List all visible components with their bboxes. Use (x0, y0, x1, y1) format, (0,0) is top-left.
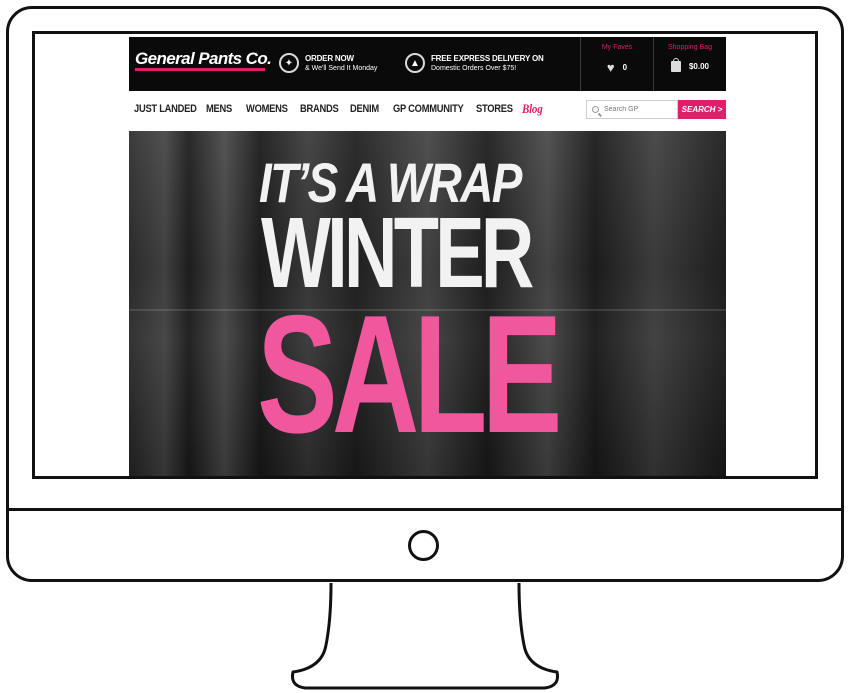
delivery-truck-icon: ▲ (405, 53, 425, 73)
logo-underline (135, 68, 265, 71)
hero-banner[interactable]: IT’S A WRAP WINTER SALE (129, 131, 726, 476)
nav-item-stores[interactable]: STORES (476, 103, 513, 115)
heart-icon: ♥ (606, 60, 615, 75)
my-faves-label: My Faves (601, 44, 633, 51)
search-box (586, 100, 678, 119)
nav-item-gp-community[interactable]: GP COMMUNITY (393, 103, 464, 115)
nav-item-mens[interactable]: MENS (206, 103, 232, 115)
hero-headline-line3: SALE (257, 280, 562, 468)
australia-map-icon: ✦ (279, 53, 299, 73)
nav-item-blog[interactable]: Blog (522, 101, 543, 117)
promo-order-now[interactable]: ✦ ORDER NOW & We'll Send It Monday (279, 48, 377, 78)
faves-count: 0 (622, 63, 628, 72)
promo-free-delivery[interactable]: ▲ FREE EXPRESS DELIVERY ON Domestic Orde… (405, 48, 544, 78)
nav-item-denim[interactable]: DENIM (350, 103, 379, 115)
promo-delivery-subtitle: Domestic Orders Over $75! (431, 64, 517, 72)
shopping-bag-link[interactable]: Shopping Bag $0.00 (654, 37, 726, 91)
search-button[interactable]: SEARCH > (678, 100, 726, 119)
top-bar: General Pants Co. ✦ ORDER NOW & We'll Se… (129, 37, 726, 91)
shopping-bag-label: Shopping Bag (668, 44, 712, 51)
promo-order-title: ORDER NOW (305, 53, 354, 63)
nav-item-brands[interactable]: BRANDS (300, 103, 339, 115)
promo-delivery-title: FREE EXPRESS DELIVERY ON (431, 53, 544, 63)
promo-order-subtitle: & We'll Send It Monday (305, 64, 378, 72)
search-input[interactable] (604, 106, 674, 113)
search-icon (592, 106, 599, 113)
website-viewport: General Pants Co. ✦ ORDER NOW & We'll Se… (129, 37, 726, 476)
shopping-bag-icon (670, 58, 681, 72)
nav-item-just-landed[interactable]: JUST LANDED (134, 103, 197, 115)
nav-item-womens[interactable]: WOMENS (246, 103, 288, 115)
brand-logo[interactable]: General Pants Co. (135, 49, 272, 69)
bag-total: $0.00 (688, 62, 710, 71)
my-faves-link[interactable]: My Faves ♥ 0 (581, 37, 653, 91)
